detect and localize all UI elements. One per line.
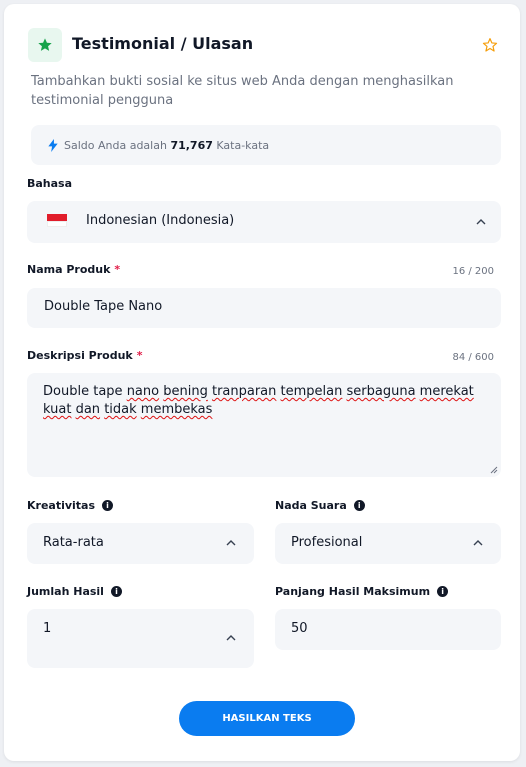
chevron-up-icon <box>474 215 488 229</box>
desc-word-misspelled: tranparan <box>211 384 277 399</box>
product-desc-label-text: Deskripsi Produk <box>27 349 133 362</box>
testimonial-card: Testimonial / Ulasan Tambahkan bukti sos… <box>4 4 520 761</box>
desc-word-misspelled: membekas <box>140 402 213 417</box>
page-title: Testimonial / Ulasan <box>72 34 254 53</box>
desc-word: tape <box>93 384 123 399</box>
creativity-select[interactable]: Rata-rata <box>27 523 254 564</box>
result-count-label-text: Jumlah Hasil <box>27 585 104 598</box>
star-icon <box>38 38 52 51</box>
product-name-value: Double Tape Nano <box>44 299 163 314</box>
balance-amount: 71,767 <box>170 138 213 152</box>
required-mark: * <box>136 349 143 362</box>
desc-word-misspelled: serbaguna <box>346 384 416 399</box>
chevron-up-icon <box>471 536 485 550</box>
header-star-badge <box>28 28 62 62</box>
product-name-label: Nama Produk * <box>27 263 120 276</box>
required-mark: * <box>114 263 121 276</box>
info-icon[interactable]: i <box>353 500 365 511</box>
desc-word-misspelled: nano <box>126 384 160 399</box>
language-value: Indonesian (Indonesia) <box>86 213 235 228</box>
generate-button[interactable]: HASILKAN TEKS <box>179 701 355 736</box>
tone-select[interactable]: Profesional <box>275 523 501 564</box>
creativity-label-text: Kreativitas <box>27 499 96 512</box>
max-length-value: 50 <box>291 621 308 636</box>
desc-word: Double <box>43 384 90 399</box>
result-count-label: Jumlah Hasil i <box>27 585 122 598</box>
product-desc-label: Deskripsi Produk * <box>27 349 143 362</box>
product-name-label-text: Nama Produk <box>27 263 111 276</box>
tone-label: Nada Suara i <box>275 499 365 512</box>
balance-suffix: Kata-kata <box>216 138 270 152</box>
max-length-input[interactable]: 50 <box>275 609 501 650</box>
page-description: Tambahkan bukti sosial ke situs web Anda… <box>31 74 454 108</box>
desc-word-misspelled: bening <box>163 384 208 399</box>
info-icon[interactable]: i <box>102 500 114 511</box>
tone-value: Profesional <box>291 535 363 550</box>
result-count-value: 1 <box>43 621 52 636</box>
chevron-up-icon <box>224 631 238 645</box>
product-desc-counter: 84 / 600 <box>452 352 494 363</box>
balance-prefix: Saldo Anda adalah <box>64 138 167 152</box>
tone-label-text: Nada Suara <box>275 499 347 512</box>
language-label-text: Bahasa <box>27 177 73 190</box>
favorite-button[interactable] <box>481 36 499 54</box>
language-select[interactable]: Indonesian (Indonesia) <box>27 201 501 243</box>
desc-word-misspelled: merekat <box>419 384 474 399</box>
max-length-label-text: Panjang Hasil Maksimum <box>275 585 431 598</box>
indonesia-flag-icon <box>47 214 67 227</box>
product-desc-textarea[interactable]: Double tape nano bening tranparan tempel… <box>27 373 501 477</box>
result-count-select[interactable]: 1 <box>27 609 254 668</box>
star-outline-icon <box>482 38 498 52</box>
max-length-label: Panjang Hasil Maksimum i <box>275 585 449 598</box>
desc-word-misspelled: dan <box>75 402 101 417</box>
info-icon[interactable]: i <box>437 586 449 597</box>
creativity-value: Rata-rata <box>43 535 104 550</box>
info-icon[interactable]: i <box>110 586 122 597</box>
language-label: Bahasa <box>27 177 72 190</box>
chevron-up-icon <box>224 536 238 550</box>
balance-banner: Saldo Anda adalah 71,767 Kata-kata <box>31 125 501 165</box>
product-name-input[interactable]: Double Tape Nano <box>27 288 501 328</box>
resize-handle-icon[interactable] <box>490 466 498 474</box>
creativity-label: Kreativitas i <box>27 499 114 512</box>
desc-word-misspelled: tidak <box>104 402 137 417</box>
product-desc-value: Double tape nano bening tranparan tempel… <box>27 373 501 429</box>
product-name-counter: 16 / 200 <box>452 266 494 277</box>
lightning-icon <box>48 138 58 152</box>
desc-word-misspelled: tempelan <box>280 384 343 399</box>
desc-word-misspelled: kuat <box>43 402 72 417</box>
